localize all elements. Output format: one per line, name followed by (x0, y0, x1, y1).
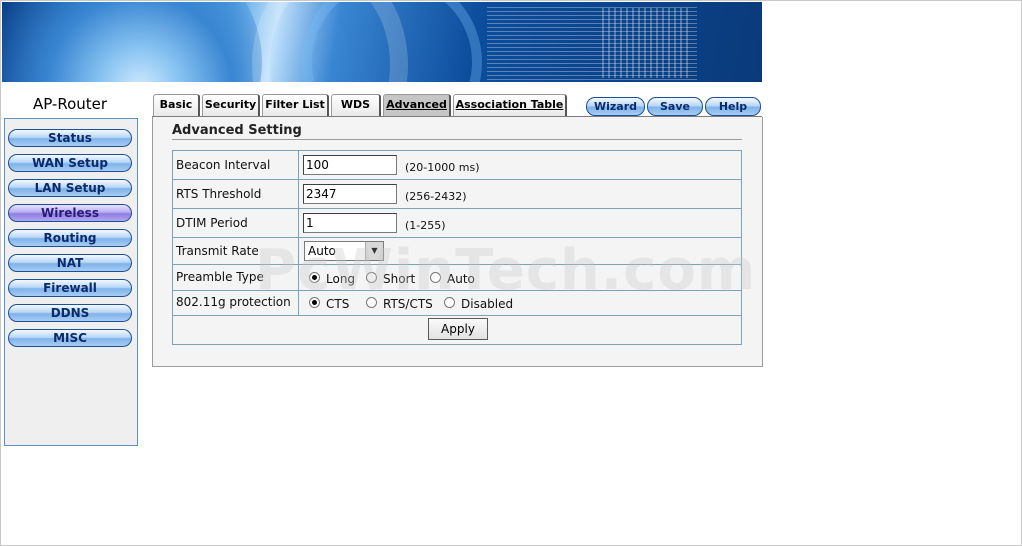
preamble-label: Preamble Type (176, 270, 264, 284)
sidebar-item-misc[interactable]: MISC (8, 329, 132, 347)
dtim-label: DTIM Period (176, 216, 248, 230)
banner-sweep (302, 2, 482, 82)
sidebar-item-wan-setup[interactable]: WAN Setup (8, 154, 132, 172)
header-banner (2, 2, 762, 82)
help-button[interactable]: Help (705, 97, 761, 116)
tab-security[interactable]: Security (202, 94, 260, 116)
apply-button[interactable]: Apply (428, 318, 488, 340)
app-title: AP-Router (32, 95, 108, 113)
beacon-label: Beacon Interval (176, 158, 271, 172)
beacon-row: Beacon Interval (20-1000 ms) (173, 151, 741, 180)
sidebar-item-firewall[interactable]: Firewall (8, 279, 132, 297)
watermark: PcWinTech.com (255, 238, 757, 303)
tab-filter-list[interactable]: Filter List (262, 94, 329, 116)
sidebar-item-status[interactable]: Status (8, 129, 132, 147)
tab-wds[interactable]: WDS (331, 94, 381, 116)
rate-label: Transmit Rate (176, 244, 259, 258)
dtim-period-input[interactable] (303, 213, 397, 233)
beacon-hint: (20-1000 ms) (405, 161, 480, 174)
section-divider (172, 139, 742, 140)
sidebar: Status WAN Setup LAN Setup Wireless Rout… (4, 118, 138, 446)
sidebar-item-wireless[interactable]: Wireless (8, 204, 132, 222)
dtim-hint: (1-255) (405, 219, 446, 232)
sidebar-item-ddns[interactable]: DDNS (8, 304, 132, 322)
sidebar-item-nat[interactable]: NAT (8, 254, 132, 272)
save-button[interactable]: Save (647, 97, 703, 116)
tab-association-table[interactable]: Association Table (453, 94, 567, 116)
rts-row: RTS Threshold (256-2432) (173, 180, 741, 209)
sidebar-item-routing[interactable]: Routing (8, 229, 132, 247)
tab-advanced[interactable]: Advanced (383, 94, 451, 116)
wizard-button[interactable]: Wizard (586, 97, 645, 116)
rts-threshold-input[interactable] (303, 184, 397, 204)
globe-graphic (2, 2, 262, 82)
tab-basic[interactable]: Basic (153, 94, 200, 116)
dtim-row: DTIM Period (1-255) (173, 209, 741, 238)
rts-hint: (256-2432) (405, 190, 467, 203)
sidebar-item-lan-setup[interactable]: LAN Setup (8, 179, 132, 197)
rts-label: RTS Threshold (176, 187, 262, 201)
beacon-interval-input[interactable] (303, 155, 397, 175)
banner-texture (602, 8, 692, 78)
section-title: Advanced Setting (172, 123, 302, 138)
